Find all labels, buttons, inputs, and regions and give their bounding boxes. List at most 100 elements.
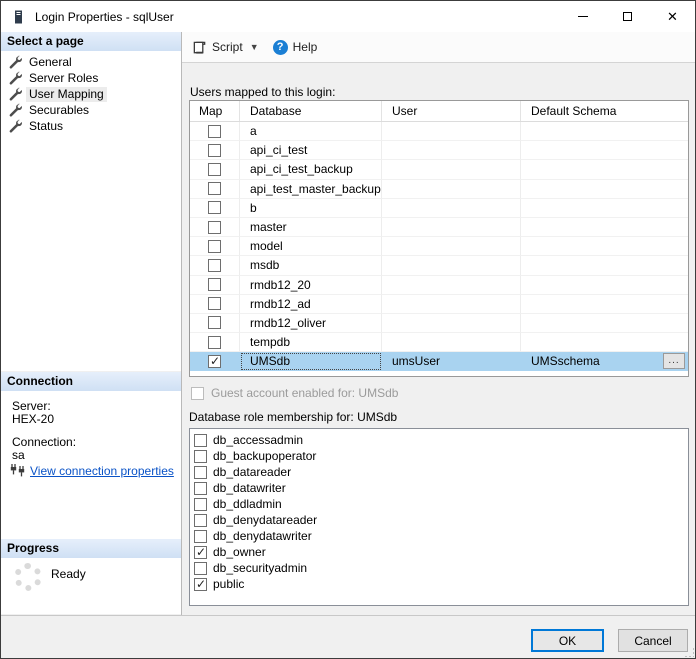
map-checkbox[interactable] [208,240,221,253]
table-row[interactable]: api_test_master_backup ... [190,180,688,199]
help-button[interactable]: ? Help [273,40,318,55]
role-checkbox[interactable] [194,498,207,511]
database-cell[interactable]: rmdb12_20 [240,276,382,295]
map-checkbox[interactable] [208,144,221,157]
user-cell[interactable] [382,314,521,333]
resize-grip[interactable] [685,648,694,657]
table-row[interactable]: api_ci_test_backup ... [190,160,688,179]
map-checkbox[interactable] [208,125,221,138]
default-schema-cell[interactable]: ... [521,333,688,352]
column-header-database[interactable]: Database [240,101,382,121]
table-row[interactable]: rmdb12_oliver ... [190,314,688,333]
map-checkbox[interactable] [208,221,221,234]
database-cell[interactable]: api_ci_test [240,141,382,160]
user-cell[interactable] [382,180,521,199]
table-row[interactable]: msdb ... [190,256,688,275]
role-checkbox[interactable] [194,450,207,463]
role-checkbox[interactable] [194,514,207,527]
role-checkbox[interactable] [194,530,207,543]
default-schema-cell[interactable]: ... [521,122,688,141]
schema-ellipsis-button[interactable]: ... [663,353,685,369]
user-cell[interactable] [382,237,521,256]
database-cell[interactable]: api_ci_test_backup [240,160,382,179]
role-checkbox[interactable] [194,546,207,559]
database-cell[interactable]: b [240,199,382,218]
map-checkbox[interactable] [208,201,221,214]
role-item[interactable]: db_owner [190,544,688,560]
role-checkbox[interactable] [194,466,207,479]
map-checkbox[interactable] [208,297,221,310]
maximize-button[interactable] [605,1,650,32]
map-checkbox[interactable] [208,336,221,349]
user-cell[interactable] [382,276,521,295]
default-schema-cell[interactable]: ... [521,160,688,179]
default-schema-cell[interactable]: ... [521,180,688,199]
role-checkbox[interactable] [194,482,207,495]
default-schema-cell[interactable]: ... [521,256,688,275]
sidebar-page-item-securables[interactable]: Securables [1,102,181,118]
default-schema-cell[interactable]: ... [521,237,688,256]
map-checkbox[interactable] [208,163,221,176]
table-row[interactable]: a ... [190,122,688,141]
database-cell[interactable]: rmdb12_ad [240,295,382,314]
role-item[interactable]: public [190,576,688,592]
role-item[interactable]: db_datawriter [190,480,688,496]
role-item[interactable]: db_datareader [190,464,688,480]
role-item[interactable]: db_ddladmin [190,496,688,512]
default-schema-cell[interactable]: ... [521,314,688,333]
role-checkbox[interactable] [194,562,207,575]
table-row[interactable]: tempdb ... [190,333,688,352]
user-cell[interactable] [382,218,521,237]
default-schema-cell[interactable]: ... [521,276,688,295]
user-cell[interactable] [382,295,521,314]
role-item[interactable]: db_accessadmin [190,432,688,448]
map-checkbox[interactable] [208,182,221,195]
database-cell[interactable]: api_test_master_backup [240,180,382,199]
cancel-button[interactable]: Cancel [618,629,688,652]
database-cell[interactable]: rmdb12_oliver [240,314,382,333]
table-row[interactable]: b ... [190,199,688,218]
database-cell[interactable]: tempdb [240,333,382,352]
role-item[interactable]: db_backupoperator [190,448,688,464]
user-cell[interactable] [382,141,521,160]
role-item[interactable]: db_securityadmin [190,560,688,576]
user-cell[interactable] [382,122,521,141]
role-checkbox[interactable] [194,434,207,447]
user-cell[interactable] [382,160,521,179]
user-cell[interactable] [382,199,521,218]
sidebar-page-item-user-mapping[interactable]: User Mapping [1,86,181,102]
database-cell[interactable]: msdb [240,256,382,275]
database-cell[interactable]: a [240,122,382,141]
default-schema-cell[interactable]: ... [521,199,688,218]
role-item[interactable]: db_denydatawriter [190,528,688,544]
view-connection-properties-link[interactable]: View connection properties [30,464,174,478]
database-cell[interactable]: master [240,218,382,237]
role-checkbox[interactable] [194,578,207,591]
map-checkbox[interactable] [208,316,221,329]
table-row[interactable]: model ... [190,237,688,256]
map-checkbox[interactable] [208,278,221,291]
database-cell[interactable]: model [240,237,382,256]
column-header-map[interactable]: Map [190,101,240,121]
user-cell[interactable]: umsUser [382,352,521,371]
default-schema-cell[interactable]: ... [521,295,688,314]
sidebar-page-item-general[interactable]: General [1,54,181,70]
ok-button[interactable]: OK [531,629,604,652]
close-button[interactable]: ✕ [650,1,695,32]
table-row[interactable]: rmdb12_20 ... [190,276,688,295]
table-row[interactable]: rmdb12_ad ... [190,295,688,314]
map-checkbox[interactable] [208,259,221,272]
table-row[interactable]: UMSdb umsUser UMSschema ... [190,352,688,371]
database-cell[interactable]: UMSdb [240,352,382,371]
column-header-default-schema[interactable]: Default Schema [521,101,688,121]
column-header-user[interactable]: User [382,101,521,121]
table-row[interactable]: api_ci_test ... [190,141,688,160]
user-cell[interactable] [382,333,521,352]
sidebar-page-item-server-roles[interactable]: Server Roles [1,70,181,86]
default-schema-cell[interactable]: UMSschema ... [521,352,688,371]
minimize-button[interactable] [560,1,605,32]
table-row[interactable]: master ... [190,218,688,237]
map-checkbox[interactable] [208,355,221,368]
script-button[interactable]: Script ▼ [192,40,259,55]
default-schema-cell[interactable]: ... [521,141,688,160]
